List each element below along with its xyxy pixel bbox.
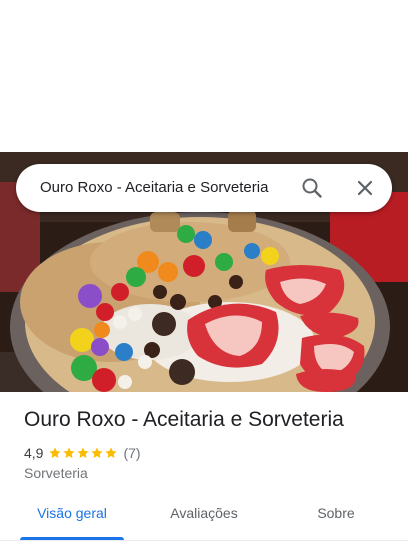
review-count[interactable]: (7) <box>123 445 140 461</box>
star-icon <box>49 447 62 458</box>
search-input[interactable]: Ouro Roxo - Aceitaria e Sorveteria <box>40 164 296 212</box>
search-icon[interactable] <box>300 176 324 200</box>
tab-reviews[interactable]: Avaliações <box>152 492 256 540</box>
place-tabs: Visão geral Avaliações Sobre <box>0 492 408 544</box>
search-bar[interactable]: Ouro Roxo - Aceitaria e Sorveteria <box>16 164 392 212</box>
rating-row[interactable]: 4,9 (7) <box>24 444 141 462</box>
rating-stars <box>48 446 118 460</box>
blank-header-area <box>0 0 408 152</box>
close-icon[interactable] <box>353 176 377 200</box>
place-category[interactable]: Sorveteria <box>24 465 88 481</box>
star-icon <box>77 447 90 458</box>
tab-overview[interactable]: Visão geral <box>20 492 124 540</box>
rating-value: 4,9 <box>24 445 44 461</box>
star-icon <box>63 447 76 458</box>
tabs-divider <box>0 540 408 541</box>
star-icon <box>91 447 104 458</box>
tab-about[interactable]: Sobre <box>284 492 388 540</box>
place-title: Ouro Roxo - Aceitaria e Sorveteria <box>24 408 344 431</box>
star-icon <box>105 447 118 458</box>
